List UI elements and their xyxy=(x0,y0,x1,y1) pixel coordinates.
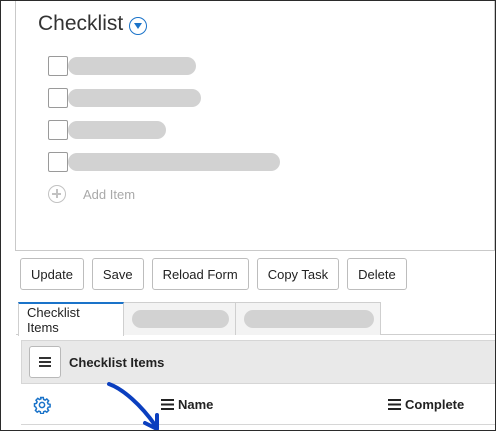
column-complete-label: Complete xyxy=(405,397,465,412)
tab-label: Checklist Items xyxy=(27,305,80,335)
column-name-label: Name xyxy=(178,397,214,412)
grid-header: Checklist Items xyxy=(21,340,495,384)
tab-redacted-2[interactable] xyxy=(235,302,381,335)
checklist-item xyxy=(48,120,166,140)
checklist-item-checkbox[interactable] xyxy=(48,88,68,108)
app-frame: Checklist Add Item Update Save Reload Fo… xyxy=(0,0,496,431)
tab-bar: Checklist Items xyxy=(16,302,495,336)
update-button[interactable]: Update xyxy=(20,258,84,290)
redacted-text xyxy=(68,89,201,107)
tab-redacted-1[interactable] xyxy=(123,302,236,335)
annotation-arrow xyxy=(107,382,159,430)
grid-title: Checklist Items xyxy=(69,354,165,370)
chevron-down-icon[interactable] xyxy=(129,17,147,35)
reload-form-button[interactable]: Reload Form xyxy=(151,258,249,290)
checklist-item-checkbox[interactable] xyxy=(48,56,68,76)
checklist-title: Checklist xyxy=(38,12,124,35)
action-toolbar: Update Save Reload Form Copy Task Delete xyxy=(20,258,415,290)
hamburger-menu-icon xyxy=(388,399,401,410)
column-header-complete[interactable]: Complete xyxy=(388,397,464,412)
redacted-text xyxy=(244,310,374,328)
checklist-panel: Checklist Add Item xyxy=(15,1,495,251)
redacted-text xyxy=(132,310,229,328)
add-item-button[interactable]: Add Item xyxy=(48,185,135,203)
grid-column-header-row: Name Complete xyxy=(21,385,495,425)
save-button[interactable]: Save xyxy=(91,258,144,290)
copy-task-button[interactable]: Copy Task xyxy=(256,258,340,290)
checklist-item xyxy=(48,88,201,108)
gear-icon[interactable] xyxy=(33,396,51,414)
redacted-text xyxy=(68,57,196,75)
tab-checklist-items[interactable]: Checklist Items xyxy=(18,302,124,336)
redacted-text xyxy=(68,121,166,139)
checklist-item xyxy=(48,152,280,172)
redacted-text xyxy=(68,153,280,171)
grid-menu-button[interactable] xyxy=(29,346,61,378)
hamburger-menu-icon xyxy=(39,357,51,367)
add-item-label: Add Item xyxy=(83,186,136,202)
checklist-item xyxy=(48,56,196,76)
plus-circle-icon xyxy=(48,185,66,203)
checklist-item-checkbox[interactable] xyxy=(48,120,68,140)
checklist-item-checkbox[interactable] xyxy=(48,152,68,172)
delete-button[interactable]: Delete xyxy=(347,258,407,290)
